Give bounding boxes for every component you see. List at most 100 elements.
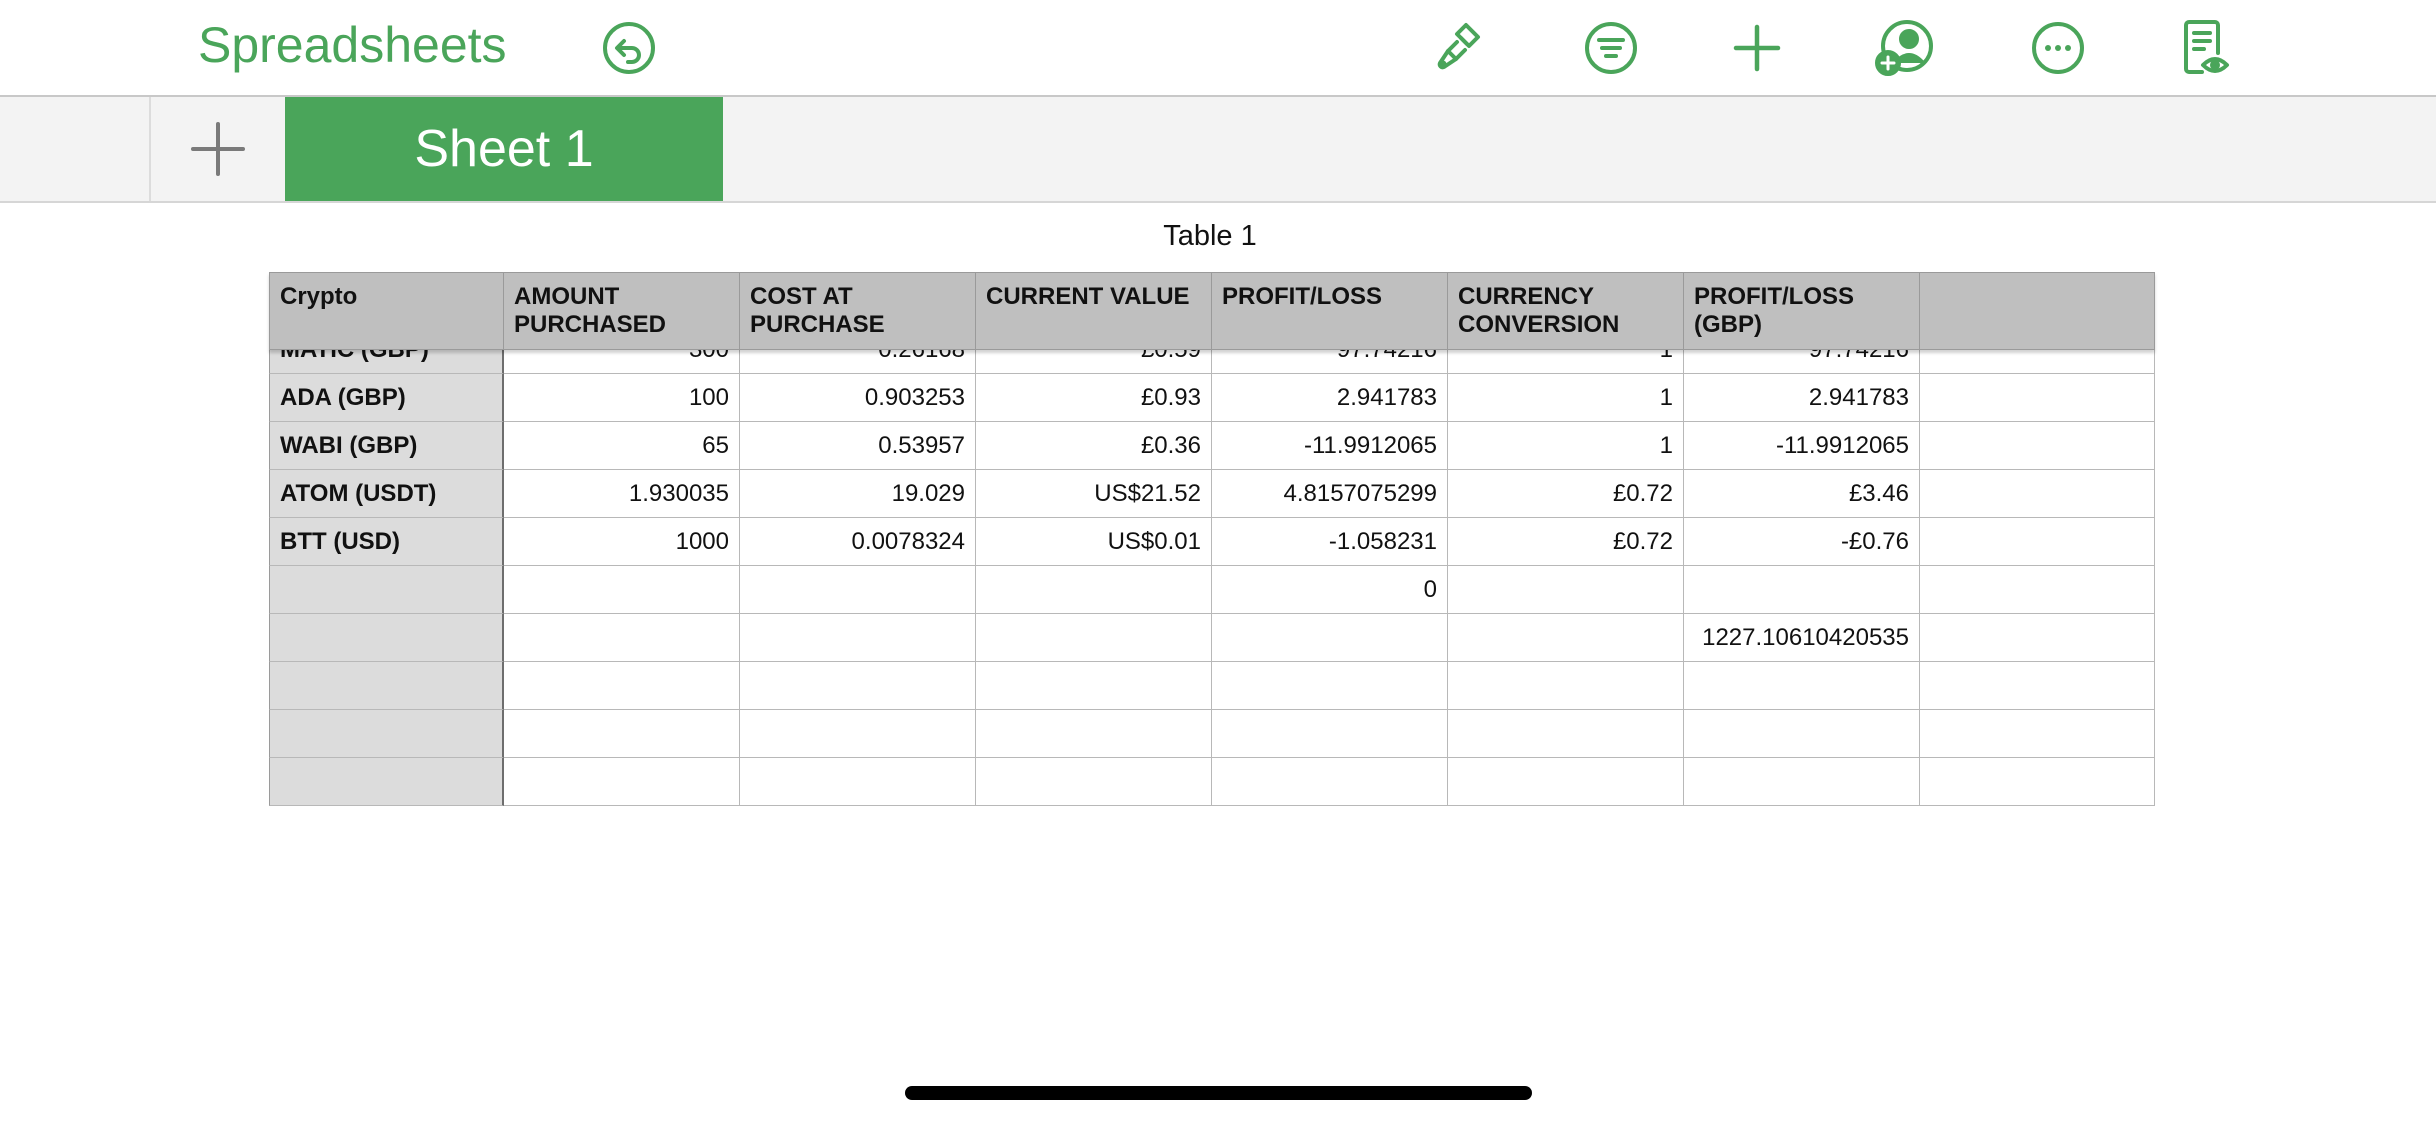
table-cell[interactable]: 1000 bbox=[504, 518, 740, 566]
table-cell[interactable]: 97.74216 bbox=[1212, 350, 1448, 374]
table-cell[interactable] bbox=[1920, 518, 2155, 566]
table-cell[interactable]: 0.53957 bbox=[740, 422, 976, 470]
table-cell[interactable]: £0.72 bbox=[1448, 470, 1684, 518]
table-cell[interactable]: -1.058231 bbox=[1212, 518, 1448, 566]
table-cell[interactable]: 100 bbox=[504, 374, 740, 422]
column-header[interactable]: CURRENT VALUE bbox=[976, 272, 1212, 350]
insert-plus-icon[interactable] bbox=[1724, 15, 1790, 81]
table-cell[interactable] bbox=[1920, 374, 2155, 422]
row-label-cell[interactable]: ATOM (USDT) bbox=[269, 470, 504, 518]
table-cell[interactable]: £3.46 bbox=[1684, 470, 1920, 518]
table-cell[interactable]: US$21.52 bbox=[976, 470, 1212, 518]
table-cell[interactable] bbox=[740, 710, 976, 758]
table-cell[interactable]: 0.26168 bbox=[740, 350, 976, 374]
table-cell[interactable] bbox=[1920, 350, 2155, 374]
table-cell[interactable] bbox=[740, 566, 976, 614]
table-cell[interactable]: 1 bbox=[1448, 374, 1684, 422]
tab-sheet-1[interactable]: Sheet 1 bbox=[285, 97, 723, 201]
table-cell[interactable] bbox=[504, 614, 740, 662]
table-cell[interactable]: 0.903253 bbox=[740, 374, 976, 422]
table-cell[interactable] bbox=[1920, 470, 2155, 518]
table-cell[interactable]: 1 bbox=[1448, 350, 1684, 374]
add-sheet-button[interactable] bbox=[149, 97, 284, 201]
table-cell[interactable]: 1.930035 bbox=[504, 470, 740, 518]
undo-icon[interactable] bbox=[596, 15, 662, 81]
collaborate-icon[interactable] bbox=[1871, 15, 1937, 81]
table-cell[interactable] bbox=[1212, 662, 1448, 710]
organize-filter-icon[interactable] bbox=[1578, 15, 1644, 81]
table-cell[interactable] bbox=[504, 710, 740, 758]
reading-view-icon[interactable] bbox=[2174, 15, 2240, 81]
table-cell[interactable] bbox=[1920, 566, 2155, 614]
table-cell[interactable]: 0.0078324 bbox=[740, 518, 976, 566]
spreadsheets-back-button[interactable]: Spreadsheets bbox=[198, 14, 507, 76]
row-label-cell[interactable] bbox=[269, 614, 504, 662]
column-header[interactable]: PROFIT/LOSS bbox=[1212, 272, 1448, 350]
table-cell[interactable] bbox=[976, 662, 1212, 710]
table-cell[interactable] bbox=[1212, 710, 1448, 758]
table-cell[interactable] bbox=[976, 758, 1212, 806]
row-label-cell[interactable]: ADA (GBP) bbox=[269, 374, 504, 422]
table-cell[interactable]: 2.941783 bbox=[1212, 374, 1448, 422]
table-cell[interactable]: -11.9912065 bbox=[1684, 422, 1920, 470]
table-cell[interactable]: £0.72 bbox=[1448, 518, 1684, 566]
table-cell[interactable]: 0 bbox=[1212, 566, 1448, 614]
table-cell[interactable] bbox=[1920, 614, 2155, 662]
column-header[interactable]: Crypto bbox=[269, 272, 504, 350]
more-icon[interactable] bbox=[2025, 15, 2091, 81]
table-cell[interactable] bbox=[504, 758, 740, 806]
row-label-cell[interactable] bbox=[269, 662, 504, 710]
table-cell[interactable]: £0.36 bbox=[976, 422, 1212, 470]
row-label-cell[interactable] bbox=[269, 710, 504, 758]
table-cell[interactable] bbox=[1684, 662, 1920, 710]
column-header[interactable]: COST AT PURCHASE bbox=[740, 272, 976, 350]
table-cell[interactable]: 19.029 bbox=[740, 470, 976, 518]
table-cell[interactable]: 1227.10610420535 bbox=[1684, 614, 1920, 662]
table-cell[interactable] bbox=[1920, 710, 2155, 758]
row-label-cell[interactable]: MATIC (GBP) bbox=[269, 350, 504, 374]
table-title[interactable]: Table 1 bbox=[1060, 220, 1360, 253]
table-cell[interactable] bbox=[504, 662, 740, 710]
table-cell[interactable] bbox=[1920, 662, 2155, 710]
column-header[interactable] bbox=[1920, 272, 2155, 350]
table-cell[interactable] bbox=[1448, 662, 1684, 710]
table-cell[interactable] bbox=[1448, 710, 1684, 758]
table-cell[interactable] bbox=[504, 566, 740, 614]
table-cell[interactable] bbox=[1684, 710, 1920, 758]
table-cell[interactable] bbox=[1212, 758, 1448, 806]
row-label-cell[interactable]: WABI (GBP) bbox=[269, 422, 504, 470]
table-cell[interactable] bbox=[1212, 614, 1448, 662]
table-cell[interactable]: 300 bbox=[504, 350, 740, 374]
table-cell[interactable] bbox=[976, 566, 1212, 614]
column-header[interactable]: AMOUNT PURCHASED bbox=[504, 272, 740, 350]
table-cell[interactable]: 1 bbox=[1448, 422, 1684, 470]
table-cell[interactable] bbox=[740, 614, 976, 662]
table-cell[interactable] bbox=[1920, 758, 2155, 806]
table-cell[interactable] bbox=[1448, 758, 1684, 806]
table-cell[interactable] bbox=[740, 758, 976, 806]
table-cell[interactable]: -11.9912065 bbox=[1212, 422, 1448, 470]
table-cell[interactable]: US$0.01 bbox=[976, 518, 1212, 566]
table-cell[interactable]: 97.74216 bbox=[1684, 350, 1920, 374]
table-cell[interactable] bbox=[1448, 566, 1684, 614]
table-cell[interactable]: 65 bbox=[504, 422, 740, 470]
table-cell[interactable]: £0.59 bbox=[976, 350, 1212, 374]
table-row: ADA (GBP) 100 0.903253 £0.93 2.941783 1 2.9417… bbox=[269, 374, 2155, 422]
row-label-cell[interactable] bbox=[269, 566, 504, 614]
format-brush-icon[interactable] bbox=[1426, 15, 1492, 81]
table-cell[interactable]: £0.93 bbox=[976, 374, 1212, 422]
table-cell[interactable] bbox=[976, 710, 1212, 758]
table-cell[interactable] bbox=[1448, 614, 1684, 662]
table-cell[interactable] bbox=[1684, 758, 1920, 806]
table-cell[interactable] bbox=[1920, 422, 2155, 470]
row-label-cell[interactable]: BTT (USD) bbox=[269, 518, 504, 566]
table-cell[interactable]: 2.941783 bbox=[1684, 374, 1920, 422]
table-cell[interactable]: 4.8157075299 bbox=[1212, 470, 1448, 518]
column-header[interactable]: CURRENCY CONVERSION bbox=[1448, 272, 1684, 350]
table-cell[interactable] bbox=[740, 662, 976, 710]
table-cell[interactable]: -£0.76 bbox=[1684, 518, 1920, 566]
row-label-cell[interactable] bbox=[269, 758, 504, 806]
column-header[interactable]: PROFIT/LOSS (GBP) bbox=[1684, 272, 1920, 350]
table-cell[interactable] bbox=[976, 614, 1212, 662]
table-cell[interactable] bbox=[1684, 566, 1920, 614]
